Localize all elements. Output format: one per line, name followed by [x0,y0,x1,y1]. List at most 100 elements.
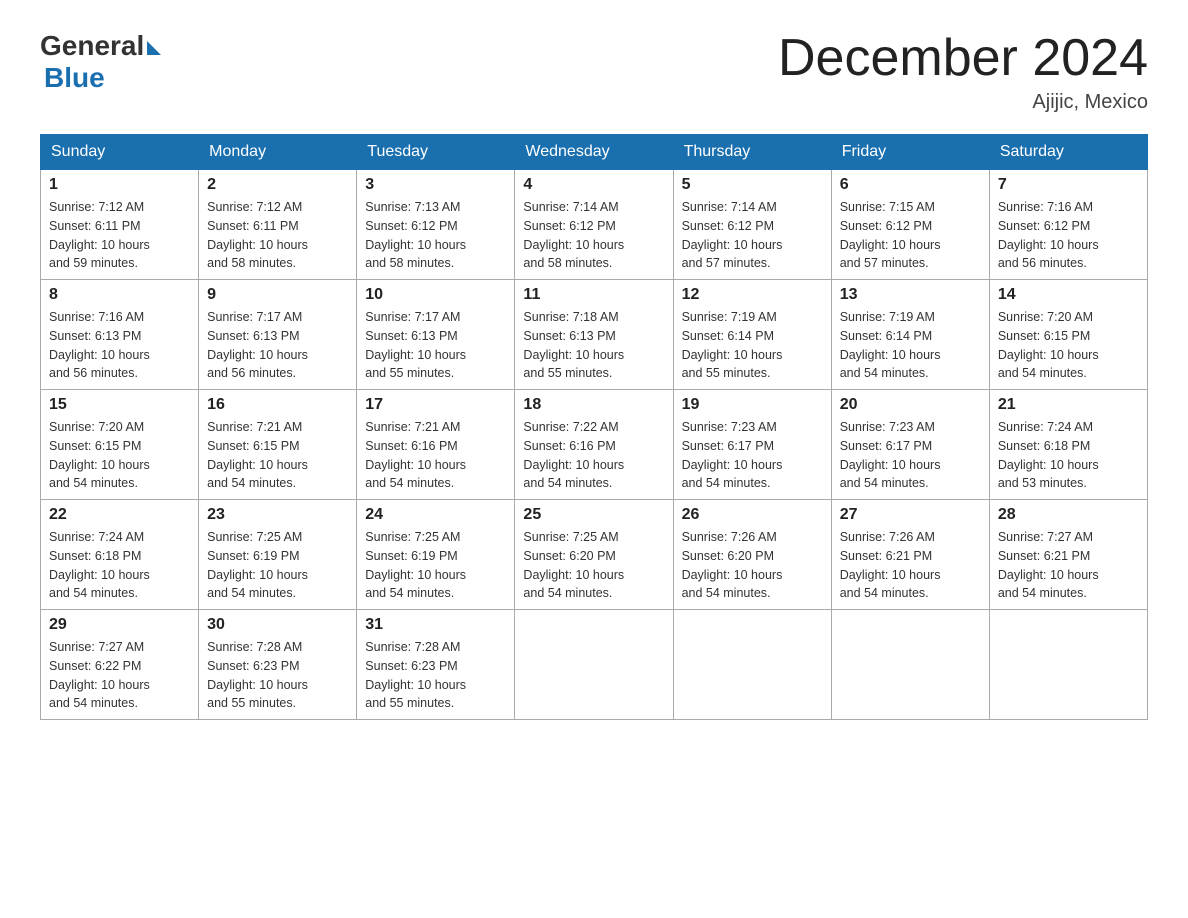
day-number: 16 [207,396,348,414]
calendar-day-cell: 21 Sunrise: 7:24 AM Sunset: 6:18 PM Dayl… [989,390,1147,500]
calendar-day-cell: 22 Sunrise: 7:24 AM Sunset: 6:18 PM Dayl… [41,500,199,610]
day-info: Sunrise: 7:24 AM Sunset: 6:18 PM Dayligh… [49,528,190,603]
day-info: Sunrise: 7:19 AM Sunset: 6:14 PM Dayligh… [840,308,981,383]
calendar-day-cell: 31 Sunrise: 7:28 AM Sunset: 6:23 PM Dayl… [357,610,515,720]
logo: General Blue [40,30,161,94]
calendar-table: SundayMondayTuesdayWednesdayThursdayFrid… [40,134,1148,720]
calendar-day-cell: 13 Sunrise: 7:19 AM Sunset: 6:14 PM Dayl… [831,280,989,390]
calendar-day-cell: 15 Sunrise: 7:20 AM Sunset: 6:15 PM Dayl… [41,390,199,500]
calendar-day-cell: 7 Sunrise: 7:16 AM Sunset: 6:12 PM Dayli… [989,170,1147,280]
day-number: 21 [998,396,1139,414]
day-info: Sunrise: 7:22 AM Sunset: 6:16 PM Dayligh… [523,418,664,493]
day-info: Sunrise: 7:27 AM Sunset: 6:22 PM Dayligh… [49,638,190,713]
calendar-day-cell: 14 Sunrise: 7:20 AM Sunset: 6:15 PM Dayl… [989,280,1147,390]
calendar-week-row: 29 Sunrise: 7:27 AM Sunset: 6:22 PM Dayl… [41,610,1148,720]
calendar-week-row: 1 Sunrise: 7:12 AM Sunset: 6:11 PM Dayli… [41,170,1148,280]
weekday-header: Monday [199,135,357,170]
day-info: Sunrise: 7:25 AM Sunset: 6:19 PM Dayligh… [365,528,506,603]
page-header: General Blue December 2024 Ajijic, Mexic… [40,30,1148,114]
day-info: Sunrise: 7:23 AM Sunset: 6:17 PM Dayligh… [840,418,981,493]
day-number: 25 [523,506,664,524]
day-number: 17 [365,396,506,414]
day-number: 23 [207,506,348,524]
day-number: 27 [840,506,981,524]
day-number: 6 [840,176,981,194]
day-info: Sunrise: 7:27 AM Sunset: 6:21 PM Dayligh… [998,528,1139,603]
day-info: Sunrise: 7:14 AM Sunset: 6:12 PM Dayligh… [682,198,823,273]
day-info: Sunrise: 7:26 AM Sunset: 6:20 PM Dayligh… [682,528,823,603]
day-info: Sunrise: 7:17 AM Sunset: 6:13 PM Dayligh… [207,308,348,383]
calendar-day-cell [989,610,1147,720]
title-block: December 2024 Ajijic, Mexico [778,30,1148,114]
day-info: Sunrise: 7:21 AM Sunset: 6:16 PM Dayligh… [365,418,506,493]
day-number: 29 [49,616,190,634]
calendar-day-cell: 12 Sunrise: 7:19 AM Sunset: 6:14 PM Dayl… [673,280,831,390]
day-info: Sunrise: 7:23 AM Sunset: 6:17 PM Dayligh… [682,418,823,493]
day-info: Sunrise: 7:13 AM Sunset: 6:12 PM Dayligh… [365,198,506,273]
day-number: 5 [682,176,823,194]
calendar-day-cell: 26 Sunrise: 7:26 AM Sunset: 6:20 PM Dayl… [673,500,831,610]
calendar-day-cell: 18 Sunrise: 7:22 AM Sunset: 6:16 PM Dayl… [515,390,673,500]
day-number: 20 [840,396,981,414]
day-info: Sunrise: 7:25 AM Sunset: 6:19 PM Dayligh… [207,528,348,603]
day-info: Sunrise: 7:24 AM Sunset: 6:18 PM Dayligh… [998,418,1139,493]
calendar-day-cell: 5 Sunrise: 7:14 AM Sunset: 6:12 PM Dayli… [673,170,831,280]
day-info: Sunrise: 7:17 AM Sunset: 6:13 PM Dayligh… [365,308,506,383]
calendar-day-cell: 6 Sunrise: 7:15 AM Sunset: 6:12 PM Dayli… [831,170,989,280]
day-number: 26 [682,506,823,524]
day-info: Sunrise: 7:20 AM Sunset: 6:15 PM Dayligh… [998,308,1139,383]
day-info: Sunrise: 7:16 AM Sunset: 6:12 PM Dayligh… [998,198,1139,273]
calendar-day-cell: 23 Sunrise: 7:25 AM Sunset: 6:19 PM Dayl… [199,500,357,610]
calendar-day-cell: 3 Sunrise: 7:13 AM Sunset: 6:12 PM Dayli… [357,170,515,280]
day-number: 19 [682,396,823,414]
weekday-header: Sunday [41,135,199,170]
day-info: Sunrise: 7:14 AM Sunset: 6:12 PM Dayligh… [523,198,664,273]
day-number: 13 [840,286,981,304]
day-number: 8 [49,286,190,304]
day-info: Sunrise: 7:20 AM Sunset: 6:15 PM Dayligh… [49,418,190,493]
day-info: Sunrise: 7:18 AM Sunset: 6:13 PM Dayligh… [523,308,664,383]
calendar-day-cell: 16 Sunrise: 7:21 AM Sunset: 6:15 PM Dayl… [199,390,357,500]
day-number: 12 [682,286,823,304]
calendar-day-cell: 1 Sunrise: 7:12 AM Sunset: 6:11 PM Dayli… [41,170,199,280]
day-info: Sunrise: 7:28 AM Sunset: 6:23 PM Dayligh… [365,638,506,713]
location-text: Ajijic, Mexico [778,91,1148,114]
calendar-day-cell: 29 Sunrise: 7:27 AM Sunset: 6:22 PM Dayl… [41,610,199,720]
calendar-day-cell: 11 Sunrise: 7:18 AM Sunset: 6:13 PM Dayl… [515,280,673,390]
weekday-header: Saturday [989,135,1147,170]
calendar-day-cell: 20 Sunrise: 7:23 AM Sunset: 6:17 PM Dayl… [831,390,989,500]
calendar-day-cell: 9 Sunrise: 7:17 AM Sunset: 6:13 PM Dayli… [199,280,357,390]
day-number: 3 [365,176,506,194]
calendar-week-row: 22 Sunrise: 7:24 AM Sunset: 6:18 PM Dayl… [41,500,1148,610]
day-info: Sunrise: 7:16 AM Sunset: 6:13 PM Dayligh… [49,308,190,383]
day-number: 14 [998,286,1139,304]
calendar-day-cell: 30 Sunrise: 7:28 AM Sunset: 6:23 PM Dayl… [199,610,357,720]
day-number: 22 [49,506,190,524]
calendar-week-row: 8 Sunrise: 7:16 AM Sunset: 6:13 PM Dayli… [41,280,1148,390]
day-number: 2 [207,176,348,194]
day-number: 24 [365,506,506,524]
day-number: 31 [365,616,506,634]
weekday-header: Friday [831,135,989,170]
calendar-day-cell: 10 Sunrise: 7:17 AM Sunset: 6:13 PM Dayl… [357,280,515,390]
calendar-day-cell: 28 Sunrise: 7:27 AM Sunset: 6:21 PM Dayl… [989,500,1147,610]
logo-general-text: General [40,30,144,62]
day-number: 30 [207,616,348,634]
weekday-header: Wednesday [515,135,673,170]
day-number: 9 [207,286,348,304]
calendar-day-cell: 27 Sunrise: 7:26 AM Sunset: 6:21 PM Dayl… [831,500,989,610]
month-title: December 2024 [778,30,1148,87]
day-info: Sunrise: 7:21 AM Sunset: 6:15 PM Dayligh… [207,418,348,493]
calendar-day-cell [515,610,673,720]
day-number: 11 [523,286,664,304]
logo-blue-text: Blue [44,62,105,94]
calendar-day-cell: 24 Sunrise: 7:25 AM Sunset: 6:19 PM Dayl… [357,500,515,610]
day-info: Sunrise: 7:12 AM Sunset: 6:11 PM Dayligh… [49,198,190,273]
day-info: Sunrise: 7:15 AM Sunset: 6:12 PM Dayligh… [840,198,981,273]
calendar-day-cell [673,610,831,720]
day-info: Sunrise: 7:25 AM Sunset: 6:20 PM Dayligh… [523,528,664,603]
calendar-day-cell: 17 Sunrise: 7:21 AM Sunset: 6:16 PM Dayl… [357,390,515,500]
day-number: 4 [523,176,664,194]
calendar-week-row: 15 Sunrise: 7:20 AM Sunset: 6:15 PM Dayl… [41,390,1148,500]
day-number: 18 [523,396,664,414]
